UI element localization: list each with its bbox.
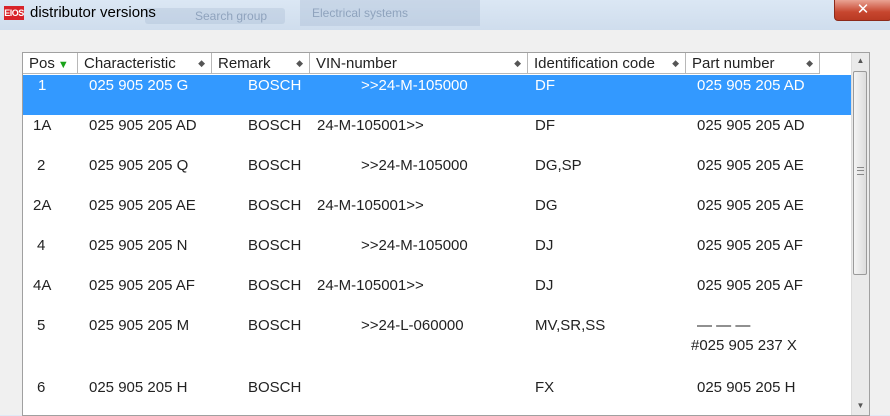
table-row[interactable]: 5 025 905 205 M BOSCH >>24-L-060000 MV,S…	[23, 315, 851, 375]
cell-id-code: DJ	[535, 277, 554, 294]
cell-id-code: DF	[535, 117, 555, 134]
cell-id-code: DF	[535, 77, 555, 94]
scroll-down-icon[interactable]: ▼	[852, 398, 869, 414]
table-row[interactable]: 2A 025 905 205 AE BOSCH 24-M-105001>> DG…	[23, 195, 851, 235]
cell-characteristic: 025 905 205 Q	[89, 157, 189, 174]
cell-remark: BOSCH	[248, 157, 302, 174]
cell-part-number: 025 905 205 AD	[697, 117, 805, 134]
cell-pos: 5	[37, 317, 46, 334]
column-label: Characteristic	[84, 55, 176, 72]
column-menu-icon: ◆	[806, 58, 813, 68]
cell-pos: 4A	[33, 277, 52, 294]
cell-vin: >>24-M-105000	[361, 157, 468, 174]
column-label: VIN-number	[316, 55, 397, 72]
column-header-identification-code[interactable]: Identification code ◆	[528, 53, 686, 74]
cell-id-code: DG	[535, 197, 558, 214]
column-header-part-number[interactable]: Part number ◆	[686, 53, 820, 74]
table-row[interactable]: 1 025 905 205 G BOSCH >>24-M-105000 DF 0…	[23, 75, 851, 115]
cell-pos: 2A	[33, 197, 52, 214]
cell-pos: 2	[37, 157, 46, 174]
column-label: Part number	[692, 55, 775, 72]
cell-characteristic: 025 905 205 AE	[89, 197, 196, 214]
cell-characteristic: 025 905 205 AF	[89, 277, 195, 294]
cell-part-number-note: #025 905 237 X	[691, 337, 797, 354]
cell-part-number: 025 905 205 AE	[697, 197, 804, 214]
app-logo-icon: ElOS	[4, 6, 24, 20]
column-menu-icon: ◆	[672, 58, 679, 68]
cell-pos: 1	[38, 77, 47, 94]
window-title: distributor versions	[30, 4, 156, 21]
cell-remark: BOSCH	[248, 197, 302, 214]
cell-vin: >>24-M-105000	[361, 237, 468, 254]
cell-remark: BOSCH	[248, 117, 302, 134]
cell-part-number: 025 905 205 AE	[697, 157, 804, 174]
grip-icon	[857, 167, 864, 175]
column-label: Remark	[218, 55, 271, 72]
cell-id-code: DJ	[535, 237, 554, 254]
table-row[interactable]: 1A 025 905 205 AD BOSCH 24-M-105001>> DF…	[23, 115, 851, 155]
title-bar: Search group Electrical systems ElOS dis…	[0, 0, 890, 30]
cell-pos: 6	[37, 379, 46, 396]
cell-remark: BOSCH	[248, 277, 302, 294]
cell-characteristic: 025 905 205 H	[89, 379, 188, 396]
cell-id-code: DG,SP	[535, 157, 582, 174]
cell-id-code: MV,SR,SS	[535, 317, 606, 334]
cell-part-number: 025 905 205 H	[697, 379, 796, 396]
cell-part-number: — — —	[697, 317, 751, 334]
column-label: Identification code	[534, 55, 655, 72]
scroll-up-icon[interactable]: ▲	[852, 53, 869, 69]
cell-part-number: 025 905 205 AF	[697, 237, 803, 254]
cell-part-number: 025 905 205 AD	[697, 77, 805, 94]
cell-part-number: 025 905 205 AF	[697, 277, 803, 294]
cell-remark: BOSCH	[248, 379, 302, 396]
cell-remark: BOSCH	[248, 237, 302, 254]
column-menu-icon: ◆	[514, 58, 521, 68]
distributor-table: Pos ▼ Characteristic ◆ Remark ◆ VIN-number ◆…	[22, 52, 870, 416]
column-menu-icon: ◆	[296, 58, 303, 68]
table-header: Pos ▼ Characteristic ◆ Remark ◆ VIN-number ◆…	[23, 53, 851, 75]
vertical-scrollbar[interactable]: ▲ ▼	[851, 53, 869, 415]
cell-pos: 1A	[33, 117, 52, 134]
column-header-remark[interactable]: Remark ◆	[212, 53, 310, 74]
table-row[interactable]: 4A 025 905 205 AF BOSCH 24-M-105001>> DJ…	[23, 275, 851, 315]
cell-characteristic: 025 905 205 M	[89, 317, 190, 334]
column-header-vin-number[interactable]: VIN-number ◆	[310, 53, 528, 74]
cell-remark: BOSCH	[248, 77, 302, 94]
cell-characteristic: 025 905 205 N	[89, 237, 188, 254]
close-button[interactable]: ✕	[834, 0, 890, 21]
cell-id-code: FX	[535, 379, 555, 396]
cell-vin: 24-M-105001>>	[317, 117, 424, 134]
column-label: Pos	[29, 55, 55, 72]
sort-arrow-icon: ▼	[57, 59, 69, 71]
background-tab-label: Electrical systems	[312, 6, 409, 20]
table-row[interactable]: 4 025 905 205 N BOSCH >>24-M-105000 DJ 0…	[23, 235, 851, 275]
column-menu-icon: ◆	[198, 58, 205, 68]
table-body: 1 025 905 205 G BOSCH >>24-M-105000 DF 0…	[23, 75, 851, 415]
table-row[interactable]: 6 025 905 205 H BOSCH FX 025 905 205 H	[23, 375, 851, 415]
cell-vin: 24-M-105001>>	[317, 197, 424, 214]
cell-pos: 4	[37, 237, 46, 254]
cell-characteristic: 025 905 205 G	[89, 77, 189, 94]
column-header-pos[interactable]: Pos ▼	[23, 53, 78, 74]
cell-vin: >>24-L-060000	[361, 317, 464, 334]
column-header-characteristic[interactable]: Characteristic ◆	[78, 53, 212, 74]
cell-characteristic: 025 905 205 AD	[89, 117, 197, 134]
cell-remark: BOSCH	[248, 317, 302, 334]
background-tab-label: Search group	[195, 9, 268, 23]
dialog-body: Pos ▼ Characteristic ◆ Remark ◆ VIN-number ◆…	[0, 30, 890, 416]
table-row[interactable]: 2 025 905 205 Q BOSCH >>24-M-105000 DG,S…	[23, 155, 851, 195]
cell-vin: >>24-M-105000	[361, 77, 468, 94]
scroll-thumb[interactable]	[853, 71, 867, 275]
cell-vin: 24-M-105001>>	[317, 277, 424, 294]
